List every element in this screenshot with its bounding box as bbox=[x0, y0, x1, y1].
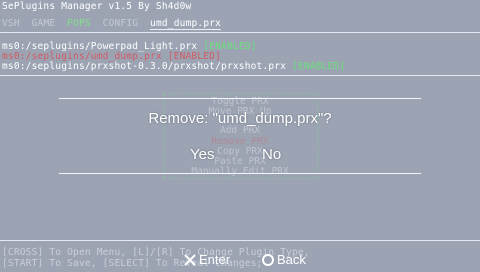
hint-back: Back bbox=[261, 252, 306, 267]
dialog-top-rule bbox=[59, 98, 421, 99]
list-divider bbox=[0, 75, 480, 76]
hint-back-label: Back bbox=[277, 252, 306, 267]
tab-vsh[interactable]: VSH bbox=[2, 18, 20, 29]
tab-game[interactable]: GAME bbox=[32, 18, 56, 29]
circle-icon bbox=[262, 253, 274, 266]
tab-file-umd-dump[interactable]: umd_dump.prx bbox=[150, 18, 222, 30]
tab-pops[interactable]: POPS bbox=[67, 18, 91, 29]
dialog-bottom-rule bbox=[59, 173, 421, 174]
dialog-message: Remove: "umd_dump.prx"? bbox=[148, 110, 332, 127]
menu-item-manual-edit[interactable]: Manually Edit PRX bbox=[0, 166, 480, 177]
dialog-no-button[interactable]: No bbox=[262, 146, 281, 163]
plugin-status: [ENABLED] bbox=[292, 61, 346, 72]
hint-enter: Enter bbox=[183, 252, 230, 267]
tab-config[interactable]: CONFIG bbox=[103, 18, 139, 29]
tab-bar: VSH GAME POPS CONFIG umd_dump.prx bbox=[2, 18, 222, 30]
app-title: SePlugins Manager v1.5 By Sh4d0w bbox=[2, 1, 192, 12]
hint-enter-label: Enter bbox=[199, 252, 231, 267]
help-divider bbox=[0, 240, 480, 241]
plugin-row-prxshot[interactable]: ms0:/seplugins/prxshot-0.3.0/prxshot/prx… bbox=[2, 61, 345, 72]
cross-icon bbox=[184, 253, 196, 266]
plugin-path: ms0:/seplugins/prxshot-0.3.0/prxshot/prx… bbox=[2, 61, 287, 72]
dialog-yes-button[interactable]: Yes bbox=[190, 146, 214, 163]
tab-divider bbox=[0, 32, 480, 33]
